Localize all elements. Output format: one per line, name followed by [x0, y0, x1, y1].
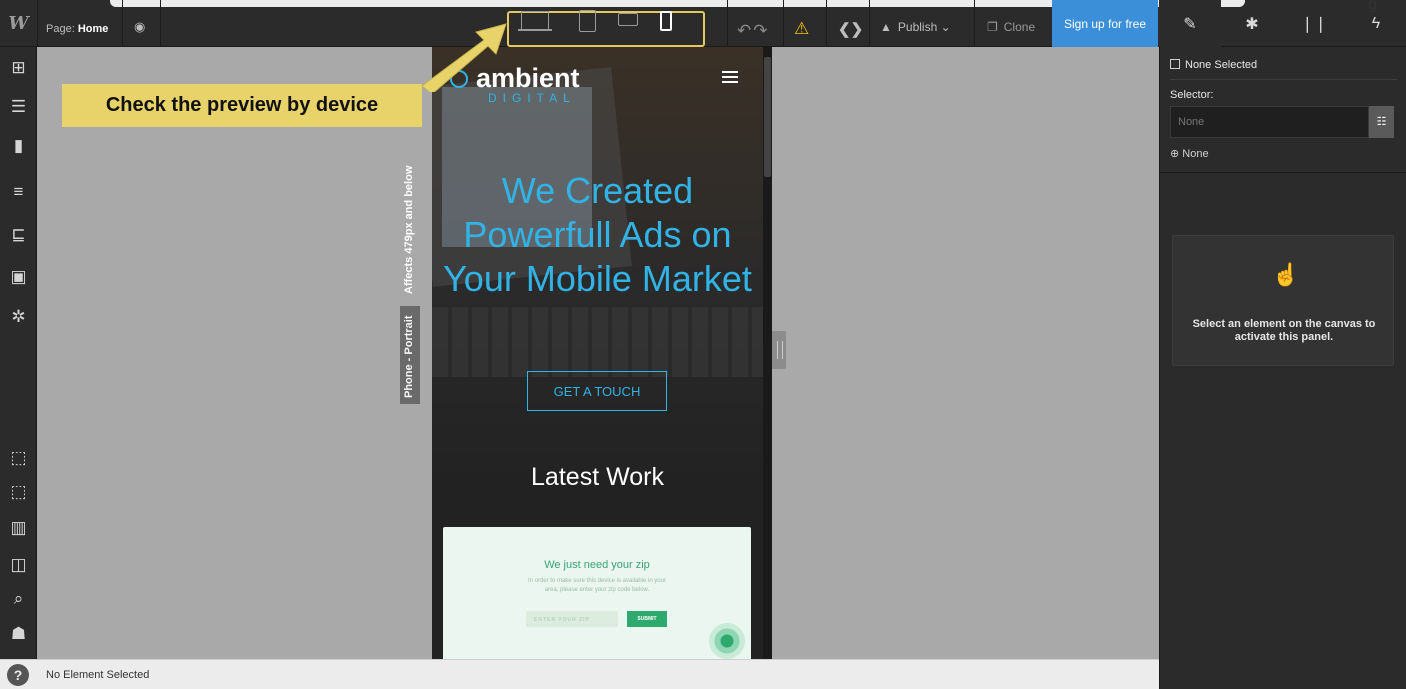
breakpoint-affects-label: Affects 479px and below: [403, 165, 415, 294]
selection-indicator: None Selected: [1170, 59, 1257, 71]
phone-portrait-icon[interactable]: [655, 9, 677, 33]
clone-button[interactable]: ❐ Clone: [987, 20, 1035, 34]
bolt-icon[interactable]: ϟ: [1345, 0, 1406, 47]
desktop-icon[interactable]: [518, 9, 552, 31]
signup-button[interactable]: Sign up for free: [1052, 0, 1158, 47]
selector-input[interactable]: [1170, 106, 1369, 138]
target-icon: ⊕: [1170, 148, 1180, 160]
callout-arrow-icon: [421, 23, 507, 92]
selector-label: Selector:: [1170, 89, 1214, 101]
eye-icon[interactable]: ◉: [134, 19, 150, 35]
phone-preview-frame[interactable]: ambient DIGITAL We Created Powerfull Ads…: [432, 47, 763, 659]
empty-panel-message: Select an element on the canvas to activ…: [1192, 318, 1376, 343]
drops-icon[interactable]: ❘❘: [1283, 0, 1345, 47]
zip-input: ENTER YOUR ZIP: [526, 611, 618, 627]
state-selector[interactable]: ⊕ None: [1170, 147, 1209, 160]
clone-label: Clone: [1003, 20, 1036, 34]
warning-icon[interactable]: ⚠: [794, 19, 809, 39]
search-icon[interactable]: ⌕: [0, 587, 37, 611]
page-prefix: Page:: [46, 23, 75, 35]
add-icon[interactable]: ⊞: [0, 56, 37, 80]
submit-button: SUBMIT: [627, 611, 667, 627]
top-toolbar: g W Page: Home ◉ ↶↷ ⚠ ❮❯ ▲ Publish ⌄ ❐ Clo…: [0, 0, 1406, 47]
webflow-logo[interactable]: W: [0, 8, 37, 40]
preview-select-icon[interactable]: ⬚: [0, 480, 37, 504]
card-title: We just need your zip: [544, 559, 650, 571]
selection-text: None Selected: [1185, 59, 1258, 71]
breakpoint-name-label: Phone - Portrait: [400, 306, 420, 404]
checkbox-icon: [1170, 59, 1180, 69]
ecommerce-icon[interactable]: ⊑: [0, 223, 37, 247]
undo-redo-icon[interactable]: ↶↷: [737, 21, 770, 41]
card-text: In order to make sure this device is ava…: [527, 578, 667, 593]
select-icon[interactable]: ⬚: [0, 446, 37, 470]
navigator-icon[interactable]: ☰: [0, 95, 37, 119]
gear-icon[interactable]: ✱: [1221, 0, 1283, 47]
publish-button[interactable]: ▲ Publish ⌄: [880, 20, 951, 34]
settings-icon[interactable]: ✲: [0, 305, 37, 329]
selector-menu-icon[interactable]: ☷: [1369, 106, 1394, 138]
code-icon[interactable]: ❮❯: [838, 20, 863, 38]
work-card[interactable]: We just need your zip In order to make s…: [443, 527, 751, 659]
brand-subtitle: DIGITAL: [488, 91, 576, 105]
cta-button[interactable]: GET A TOUCH: [527, 371, 667, 411]
hero-headline[interactable]: We Created Powerfull Ads on Your Mobile …: [442, 169, 753, 301]
menu-icon[interactable]: [722, 71, 738, 83]
people-icon[interactable]: ☗: [0, 622, 37, 646]
page-selector[interactable]: Page: Home: [46, 23, 108, 35]
assets-icon[interactable]: ▣: [0, 265, 37, 289]
brush-icon[interactable]: ✎: [1159, 0, 1221, 47]
cms-icon[interactable]: ≡: [0, 180, 37, 204]
layout-icon[interactable]: ◫: [0, 553, 37, 577]
clone-icon: ❐: [987, 20, 998, 34]
style-panel: None Selected Selector: ☷ ⊕ None ☝ Selec…: [1159, 47, 1406, 689]
hero-keyboard: [432, 307, 763, 377]
rocket-icon: ▲: [880, 20, 892, 34]
status-bar: ? No Element Selected: [0, 659, 1159, 689]
empty-panel-card: ☝ Select an element on the canvas to act…: [1172, 235, 1394, 366]
tablet-icon[interactable]: [577, 9, 597, 33]
map-pin-icon: [709, 623, 745, 659]
section-title[interactable]: Latest Work: [432, 463, 763, 492]
publish-label: Publish: [897, 20, 938, 34]
pointer-hand-icon: ☝: [1272, 262, 1300, 287]
preview-scrollbar[interactable]: [763, 47, 772, 659]
page-name: Home: [77, 23, 109, 35]
tutorial-callout: Check the preview by device: [62, 84, 422, 127]
left-toolbar: ⊞ ☰ ▮ ≡ ⊑ ▣ ✲ ⬚ ⬚ ▥ ◫ ⌕ ☗: [0, 47, 37, 659]
state-label: None: [1182, 148, 1209, 160]
help-icon[interactable]: ?: [7, 664, 29, 686]
phone-landscape-icon[interactable]: [617, 9, 639, 29]
status-text: No Element Selected: [46, 669, 150, 681]
audit-icon[interactable]: ▥: [0, 516, 37, 540]
scrollbar-thumb[interactable]: [764, 57, 771, 177]
pages-icon[interactable]: ▮: [0, 134, 37, 158]
resize-handle[interactable]: [772, 331, 786, 369]
